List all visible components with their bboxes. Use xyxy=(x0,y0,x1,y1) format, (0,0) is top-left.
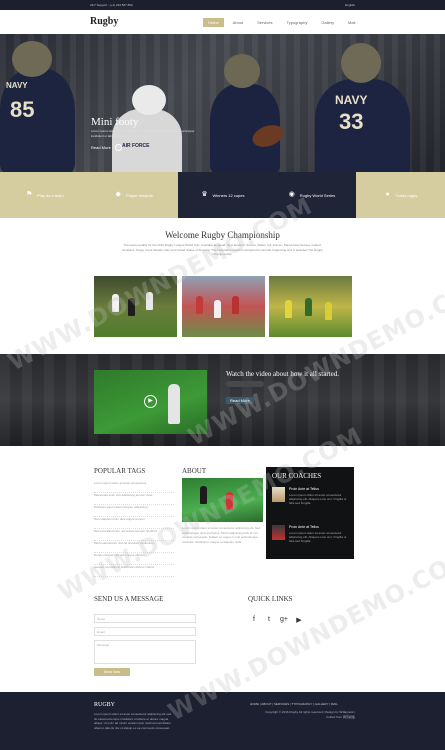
nav-home[interactable]: Home xyxy=(203,18,224,27)
coach-item[interactable]: Proin Ante at Tellus Lorem ipsum dolor s… xyxy=(272,525,350,559)
nav-mail[interactable]: Mail xyxy=(343,18,360,27)
top-bar: 24/7 Support : (+1) 234 567 890 English xyxy=(0,0,445,10)
main-nav: Home About Services Typography Gallery M… xyxy=(203,18,360,27)
jersey-number: 85 xyxy=(10,97,35,122)
about-title: ABOUT xyxy=(182,467,207,475)
trophy-icon: ♛ xyxy=(201,191,208,198)
footer-nav[interactable]: HOME | ABOUT | SERVICES | TYPOGRAPHY | G… xyxy=(250,702,338,706)
youtube-icon[interactable]: ▶ xyxy=(295,616,303,624)
tag-link[interactable]: Praesent eget metus congue, adipiscing xyxy=(94,505,174,517)
arrow-right-icon[interactable]: › xyxy=(115,144,122,151)
footer-logo[interactable]: RUGBY xyxy=(94,702,115,708)
feature-label: Today rugby xyxy=(395,192,418,198)
tag-link[interactable]: Maecenas enim orci adipiscing tempor vit… xyxy=(94,493,174,505)
jersey-number: 33 xyxy=(339,109,364,134)
gallery-photo-2[interactable] xyxy=(182,276,265,337)
player-shape xyxy=(196,296,203,314)
tag-icon: ◆ xyxy=(115,191,121,198)
social-links: f t g+ ▶ xyxy=(250,616,303,624)
popular-tags-title: POPULAR TAGS xyxy=(94,467,146,475)
hero-title: Mini footy xyxy=(91,116,139,128)
player-shape xyxy=(168,384,180,424)
hero-player-left: NAVY 85 xyxy=(0,41,75,172)
feature-player-rewards[interactable]: ◆ Player rewards xyxy=(89,172,178,218)
nav-gallery[interactable]: Gallery xyxy=(316,18,339,27)
coach-text: Lorem ipsum dolor sit amet consectetur a… xyxy=(289,493,347,505)
nav-typography[interactable]: Typography xyxy=(281,18,312,27)
send-message-title: SEND US A MESSAGE xyxy=(94,595,164,603)
helmet-shape xyxy=(341,43,381,83)
message-textarea[interactable]: Message xyxy=(94,640,196,664)
hero-player-right: NAVY 33 xyxy=(315,43,410,172)
hero-read-more[interactable]: Read More xyxy=(91,145,111,150)
helmet-shape xyxy=(224,54,260,88)
footer-copyright: Copyright © 2016 Rugby All rights reserv… xyxy=(265,710,355,719)
jersey-text: NAVY xyxy=(6,81,28,90)
feature-label: Play as a team xyxy=(37,192,64,198)
name-placeholder: Name xyxy=(97,617,106,621)
facebook-icon[interactable]: f xyxy=(250,616,258,624)
twitter-icon[interactable]: t xyxy=(265,616,273,624)
hero-text: Lorem ipsum dolor sit amet consectetur a… xyxy=(91,129,195,138)
tag-link[interactable]: Lorem ipsum dolor sit amet consectetur xyxy=(94,481,174,493)
player-shape xyxy=(232,296,239,314)
player-shape xyxy=(325,302,332,320)
hero-slider: NAVY 85 AIR FORCE NAVY 33 Mini footy Lor… xyxy=(0,34,445,172)
feature-today-rugby[interactable]: ● Today rugby xyxy=(356,172,445,218)
send-button[interactable]: Send Now xyxy=(94,668,130,676)
quick-links-title: QUICK LINKS xyxy=(248,595,293,603)
email-field[interactable]: Email xyxy=(94,627,196,636)
feature-winners[interactable]: ♛ Winners 12 cupes xyxy=(178,172,267,218)
nav-services[interactable]: Services xyxy=(252,18,277,27)
coach-name: Proin Ante at Tellus xyxy=(289,525,319,529)
play-icon[interactable]: ▶ xyxy=(144,395,157,408)
email-placeholder: Email xyxy=(97,630,105,634)
coach-name: Proin Ante at Tellus xyxy=(289,487,319,491)
flag-icon: ⚑ xyxy=(26,191,33,198)
site-header: Rugby Home About Services Typography Gal… xyxy=(0,10,445,34)
site-logo[interactable]: Rugby xyxy=(90,16,118,27)
language-selector[interactable]: English xyxy=(345,3,355,7)
player-shape xyxy=(305,298,312,316)
jersey-text: AIR FORCE xyxy=(122,143,150,149)
rugby-ball-icon: ● xyxy=(385,191,390,198)
gallery-photo-3[interactable] xyxy=(269,276,352,337)
features-strip: ⚑ Play as a team ◆ Player rewards ♛ Winn… xyxy=(0,172,445,218)
footer-text: Lorem ipsum dolor sit amet consectetur a… xyxy=(94,712,172,730)
nav-about[interactable]: About xyxy=(228,18,248,27)
feature-play-as-team[interactable]: ⚑ Play as a team xyxy=(0,172,89,218)
avatar xyxy=(272,525,285,540)
name-field[interactable]: Name xyxy=(94,614,196,623)
google-plus-icon[interactable]: g+ xyxy=(280,616,288,624)
support-phone: 24/7 Support : (+1) 234 567 890 xyxy=(90,3,133,7)
jersey-text: NAVY xyxy=(335,93,368,107)
feature-label: Winners 12 cupes xyxy=(212,192,245,198)
helmet-shape xyxy=(12,41,52,77)
feature-label: Player rewards xyxy=(126,192,153,198)
coach-text: Lorem ipsum dolor sit amet consectetur a… xyxy=(289,531,347,543)
helmet-shape xyxy=(132,85,166,115)
coach-item[interactable]: Proin Ante at Tellus Lorem ipsum dolor s… xyxy=(272,487,350,521)
message-placeholder: Message xyxy=(97,643,110,647)
player-shape xyxy=(214,300,221,318)
player-shape xyxy=(285,300,292,318)
